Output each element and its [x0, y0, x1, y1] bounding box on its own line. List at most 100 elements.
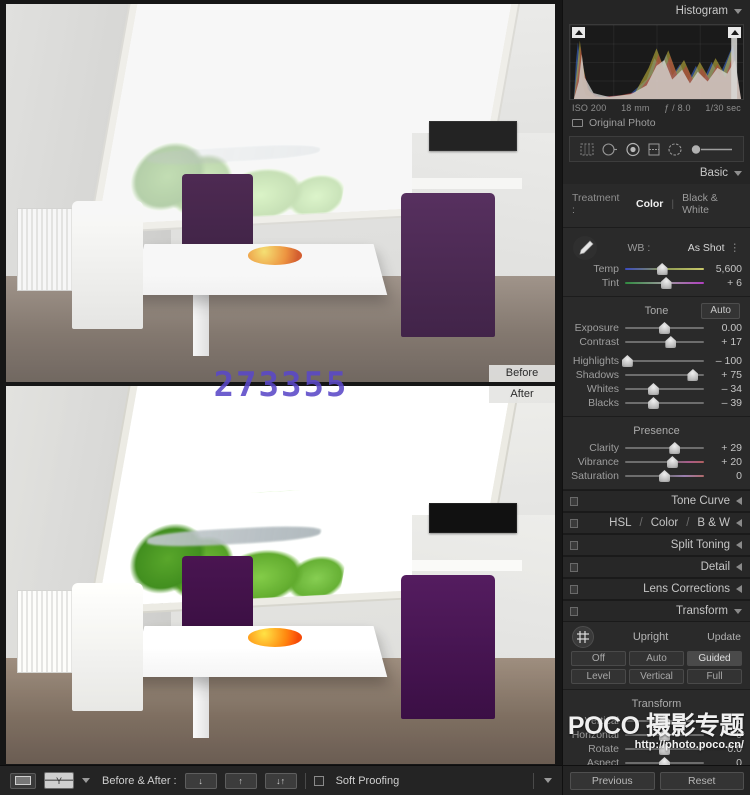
chevron-left-icon[interactable] [736, 497, 742, 505]
before-after-view-button[interactable] [44, 772, 74, 789]
panel-lens-corrections[interactable]: Lens Corrections [563, 578, 750, 600]
copy-after-to-before-button[interactable]: ↓ [184, 772, 217, 789]
vertical-slider-row[interactable]: Vertical 0 [563, 714, 750, 728]
loupe-view-button[interactable] [10, 772, 36, 789]
red-eye-icon[interactable] [625, 142, 641, 157]
upright-full-button[interactable]: Full [687, 669, 742, 684]
after-photo[interactable]: After [6, 386, 555, 764]
highlight-clipping-indicator[interactable] [728, 27, 741, 38]
saturation-slider-row[interactable]: Saturation 0 [563, 469, 750, 483]
adjustment-brush-icon[interactable] [690, 142, 734, 157]
graduated-filter-icon[interactable] [647, 142, 661, 157]
panel-split-toning[interactable]: Split Toning [563, 534, 750, 556]
shadows-slider-knob[interactable] [687, 369, 699, 381]
panel-switch-icon[interactable] [570, 584, 578, 594]
tint-slider-track[interactable] [625, 277, 704, 289]
blacks-slider-track[interactable] [625, 397, 704, 409]
vibrance-slider-track[interactable] [625, 456, 704, 468]
saturation-slider-track[interactable] [625, 470, 704, 482]
copy-before-to-after-button[interactable]: ↑ [224, 772, 257, 789]
soft-proofing-checkbox[interactable] [313, 775, 324, 786]
spot-removal-icon[interactable] [601, 142, 618, 157]
vertical-slider-knob[interactable] [659, 715, 670, 727]
panel-switch-icon[interactable] [570, 496, 578, 506]
radial-filter-icon[interactable] [667, 142, 683, 157]
before-photo[interactable]: Before [6, 4, 555, 382]
original-photo-row[interactable]: Original Photo [563, 113, 750, 134]
vibrance-slider-knob[interactable] [666, 456, 678, 468]
white-balance-selector-icon[interactable] [572, 235, 598, 261]
panel-switch-icon[interactable] [570, 540, 578, 550]
previous-button[interactable]: Previous [570, 771, 655, 790]
panel-switch-icon[interactable] [570, 562, 578, 572]
tint-slider-knob[interactable] [660, 277, 672, 289]
whites-slider-track[interactable] [625, 383, 704, 395]
crop-overlay-icon[interactable] [579, 142, 595, 157]
highlights-slider-track[interactable] [621, 355, 704, 367]
rotate-slider-row[interactable]: Rotate 0.0 [563, 742, 750, 756]
upright-level-button[interactable]: Level [571, 669, 626, 684]
wb-value[interactable]: As Shot [688, 242, 725, 254]
shadows-slider-row[interactable]: Shadows + 75 [563, 368, 750, 382]
reset-button[interactable]: Reset [659, 771, 744, 790]
temp-slider-row[interactable]: Temp 5,600 [563, 262, 750, 276]
temp-slider-knob[interactable] [656, 263, 668, 275]
horizontal-slider-track[interactable] [625, 729, 704, 741]
rotate-slider-track[interactable] [625, 743, 704, 755]
chevron-left-icon[interactable] [736, 519, 742, 527]
chevron-down-icon[interactable] [82, 778, 90, 783]
bw-label[interactable]: B & W [697, 517, 730, 529]
chevron-left-icon[interactable] [736, 585, 742, 593]
upright-guided-button[interactable]: Guided [687, 651, 742, 666]
whites-slider-row[interactable]: Whites – 34 [563, 382, 750, 396]
shadows-slider-track[interactable] [625, 369, 704, 381]
chevron-down-icon[interactable] [734, 8, 742, 14]
panel-transform-header[interactable]: Transform [563, 600, 750, 622]
panel-detail[interactable]: Detail [563, 556, 750, 578]
saturation-slider-knob[interactable] [659, 470, 670, 482]
treatment-color-option[interactable]: Color [636, 198, 663, 210]
histogram-header[interactable]: Histogram [563, 0, 750, 22]
temp-slider-track[interactable] [625, 263, 704, 275]
toolbar-chevron-down-icon[interactable] [544, 778, 552, 783]
exposure-slider-knob[interactable] [659, 322, 670, 334]
clarity-slider-row[interactable]: Clarity + 29 [563, 441, 750, 455]
upright-tool-icon[interactable] [572, 626, 594, 648]
panel-switch-icon[interactable] [570, 518, 578, 528]
blacks-slider-row[interactable]: Blacks – 39 [563, 396, 750, 410]
vertical-slider-track[interactable] [625, 715, 704, 727]
contrast-slider-row[interactable]: Contrast + 17 [563, 335, 750, 349]
treatment-bw-option[interactable]: Black & White [682, 192, 741, 216]
basic-panel-header[interactable]: Basic [563, 162, 750, 184]
vibrance-slider-row[interactable]: Vibrance + 20 [563, 455, 750, 469]
shadow-clipping-indicator[interactable] [572, 27, 585, 38]
color-label[interactable]: Color [651, 517, 678, 529]
chevron-left-icon[interactable] [736, 541, 742, 549]
chevron-left-icon[interactable] [736, 563, 742, 571]
horizontal-slider-row[interactable]: Horizontal 0 [563, 728, 750, 742]
auto-tone-button[interactable]: Auto [701, 302, 740, 319]
clarity-slider-knob[interactable] [669, 442, 681, 454]
contrast-slider-track[interactable] [625, 336, 704, 348]
whites-slider-knob[interactable] [647, 383, 659, 395]
upright-vertical-button[interactable]: Vertical [629, 669, 684, 684]
swap-before-after-button[interactable]: ↓↑ [264, 772, 297, 789]
exposure-slider-row[interactable]: Exposure 0.00 [563, 321, 750, 335]
upright-off-button[interactable]: Off [571, 651, 626, 666]
upright-update-button[interactable]: Update [707, 631, 741, 643]
hsl-label[interactable]: HSL [609, 517, 631, 529]
tint-slider-row[interactable]: Tint + 6 [563, 276, 750, 290]
contrast-slider-knob[interactable] [665, 336, 677, 348]
horizontal-slider-knob[interactable] [659, 729, 670, 741]
panel-tone-curve[interactable]: Tone Curve [563, 490, 750, 512]
highlights-slider-row[interactable]: Highlights – 100 [563, 354, 750, 368]
panel-switch-icon[interactable] [570, 606, 578, 616]
rotate-slider-knob[interactable] [659, 743, 670, 755]
exposure-slider-track[interactable] [625, 322, 704, 334]
clarity-slider-track[interactable] [625, 442, 704, 454]
chevron-down-icon[interactable] [734, 170, 742, 176]
chevron-down-icon[interactable] [734, 608, 742, 614]
blacks-slider-knob[interactable] [647, 397, 659, 409]
upright-auto-button[interactable]: Auto [629, 651, 684, 666]
histogram-graph[interactable] [569, 24, 744, 100]
